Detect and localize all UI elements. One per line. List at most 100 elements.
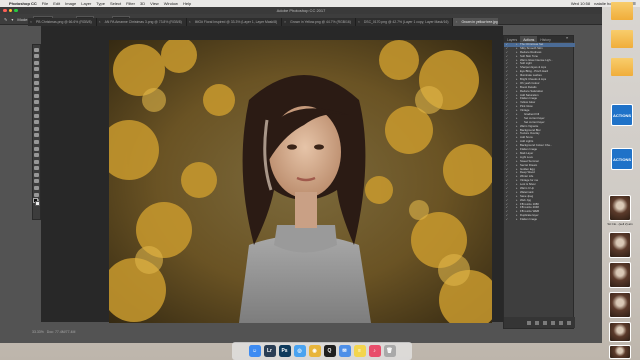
quick-mask-tool-icon[interactable] xyxy=(34,192,39,197)
image-thumbnail[interactable] xyxy=(609,322,631,342)
collapse-panel-icon[interactable]: » xyxy=(566,35,568,40)
actions-file-icon[interactable]: ACTIONS xyxy=(611,104,633,126)
move-tool-icon[interactable] xyxy=(34,47,39,52)
eyedropper-tool-icon[interactable] xyxy=(34,80,39,85)
menu-filter[interactable]: Filter xyxy=(126,1,135,6)
path-select-tool-icon[interactable] xyxy=(34,153,39,158)
tab-label: Grown in yellow tree.jpg @ 33.7% (RGB/8) xyxy=(461,20,498,24)
brush-size-picker[interactable]: ▾ xyxy=(11,17,13,22)
tab-label: PB Christmas.png @ 66.6% (RGB/8) xyxy=(36,20,92,24)
zoom-tool-icon[interactable] xyxy=(34,172,39,177)
image-thumbnail[interactable] xyxy=(609,262,631,288)
image-thumbnail[interactable] xyxy=(609,195,631,221)
image-thumbnail[interactable] xyxy=(609,292,631,318)
actions-panel: Layers Actions History ✓ ▸ The Christmas S… xyxy=(503,35,575,329)
history-brush-tool-icon[interactable] xyxy=(34,106,39,111)
zoom-level[interactable]: 33.33% xyxy=(32,330,44,334)
menu-3d[interactable]: 3D xyxy=(140,1,145,6)
check-icon[interactable]: ✓ xyxy=(504,218,510,222)
pen-tool-icon[interactable] xyxy=(34,139,39,144)
chrome-icon[interactable]: ◉ xyxy=(308,345,321,357)
safari-icon[interactable]: ◎ xyxy=(293,345,306,357)
brush-tool-icon[interactable]: ✎ xyxy=(4,17,7,22)
menu-edit[interactable]: Edit xyxy=(53,1,60,6)
new-action-icon[interactable] xyxy=(559,320,563,325)
photoshop-icon[interactable]: Ps xyxy=(278,345,291,357)
image-thumbnail[interactable] xyxy=(609,345,631,359)
stop-icon[interactable] xyxy=(527,320,531,325)
gradient-tool-icon[interactable] xyxy=(34,120,39,125)
marquee-tool-icon[interactable] xyxy=(34,54,39,59)
action-label: Flatten Image xyxy=(520,217,538,222)
menu-image[interactable]: Image xyxy=(65,1,76,6)
dodge-tool-icon[interactable] xyxy=(34,133,39,138)
clone-stamp-tool-icon[interactable] xyxy=(34,100,39,105)
mail-icon[interactable]: ✉ xyxy=(338,345,351,357)
record-icon[interactable] xyxy=(535,320,539,325)
folder-icon[interactable] xyxy=(611,2,633,20)
actions-file-icon[interactable]: ACTIONS xyxy=(611,148,633,170)
tab-history[interactable]: History xyxy=(537,36,554,42)
menu-view[interactable]: View xyxy=(150,1,159,6)
screen: Photoshop CC File Edit Image Layer Type … xyxy=(0,0,640,360)
eraser-tool-icon[interactable] xyxy=(34,113,39,118)
menu-select[interactable]: Select xyxy=(110,1,121,6)
close-tab-icon[interactable]: × xyxy=(284,20,286,24)
delete-icon[interactable] xyxy=(567,320,571,325)
document-image[interactable] xyxy=(109,40,492,323)
portrait-photo xyxy=(109,40,492,323)
trash-icon[interactable]: 🗑 xyxy=(383,345,396,357)
folder-icon[interactable] xyxy=(611,30,633,48)
menu-file[interactable]: File xyxy=(42,1,48,6)
finder-icon[interactable]: ☺ xyxy=(248,345,261,357)
more-tool-icon[interactable] xyxy=(34,179,39,184)
color-swatches[interactable] xyxy=(33,198,40,206)
lasso-tool-icon[interactable] xyxy=(34,60,39,65)
close-tab-icon[interactable]: × xyxy=(455,20,457,24)
close-tab-icon[interactable]: × xyxy=(358,20,360,24)
close-tab-icon[interactable]: × xyxy=(30,20,32,24)
tab-document[interactable]: × DSC_0170.png @ 42.7% (Layer 1 copy, Lay… xyxy=(356,18,454,26)
healing-tool-icon[interactable] xyxy=(34,87,39,92)
close-tab-icon[interactable]: × xyxy=(99,20,101,24)
background-color[interactable] xyxy=(35,201,40,206)
tab-document[interactable]: × PB Christmas.png @ 66.6% (RGB/8) xyxy=(28,18,97,26)
doc-size[interactable]: Doc: 77.4M/77.4M xyxy=(47,330,76,334)
crop-tool-icon[interactable] xyxy=(34,73,39,78)
lightroom-icon[interactable]: Lr xyxy=(263,345,276,357)
image-thumbnail[interactable] xyxy=(609,232,631,258)
hand-tool-icon[interactable] xyxy=(34,166,39,171)
quicktime-icon[interactable]: Q xyxy=(323,345,336,357)
new-set-icon[interactable] xyxy=(551,320,555,325)
tab-layers[interactable]: Layers xyxy=(504,36,520,42)
brush-tool-icon[interactable] xyxy=(34,93,39,98)
window-title: Adobe Photoshop CC 2017 xyxy=(276,8,326,13)
type-tool-icon[interactable] xyxy=(34,146,39,151)
tab-active-document[interactable]: × Grown in yellow tree.jpg @ 33.7% (RGB/8… xyxy=(453,18,498,26)
tab-document[interactable]: × IMG# Floral Inspired @ 33.3% (Layer 1, … xyxy=(187,18,283,26)
edit-toolbar-tool-icon[interactable] xyxy=(34,186,39,191)
tab-actions[interactable]: Actions xyxy=(520,36,538,42)
menu-layer[interactable]: Layer xyxy=(81,1,91,6)
tab-document[interactable]: × Grown in Yellow.png @ 44.7% (RGB/16) xyxy=(282,18,356,26)
actions-file-label: ACTIONS xyxy=(613,113,631,118)
menu-app[interactable]: Photoshop CC xyxy=(9,1,37,6)
tab-document[interactable]: × AN PA Amanne Christmas 3.png @ 73.8% (R… xyxy=(97,18,187,26)
actions-file-label: ACTIONS xyxy=(613,157,631,162)
menu-window[interactable]: Window xyxy=(164,1,178,6)
close-tab-icon[interactable]: × xyxy=(189,20,191,24)
notes-icon[interactable]: ≡ xyxy=(353,345,366,357)
menu-type[interactable]: Type xyxy=(96,1,105,6)
clock[interactable]: Wed 10:58 xyxy=(571,1,590,6)
menu-help[interactable]: Help xyxy=(183,1,191,6)
shape-tool-icon[interactable] xyxy=(34,159,39,164)
actions-footer xyxy=(504,317,575,328)
desktop-file-label: Sit Clo...(sell 2).atn xyxy=(607,222,633,226)
folder-icon[interactable] xyxy=(611,58,633,76)
document-tabs: × PB Christmas.png @ 66.6% (RGB/8) × AN PA … xyxy=(28,18,498,26)
action-row[interactable]: ✓ ▸ Flatten Image xyxy=(504,217,575,222)
music-icon[interactable]: ♪ xyxy=(368,345,381,357)
play-icon[interactable] xyxy=(543,320,547,325)
quick-select-tool-icon[interactable] xyxy=(34,67,39,72)
blur-tool-icon[interactable] xyxy=(34,126,39,131)
